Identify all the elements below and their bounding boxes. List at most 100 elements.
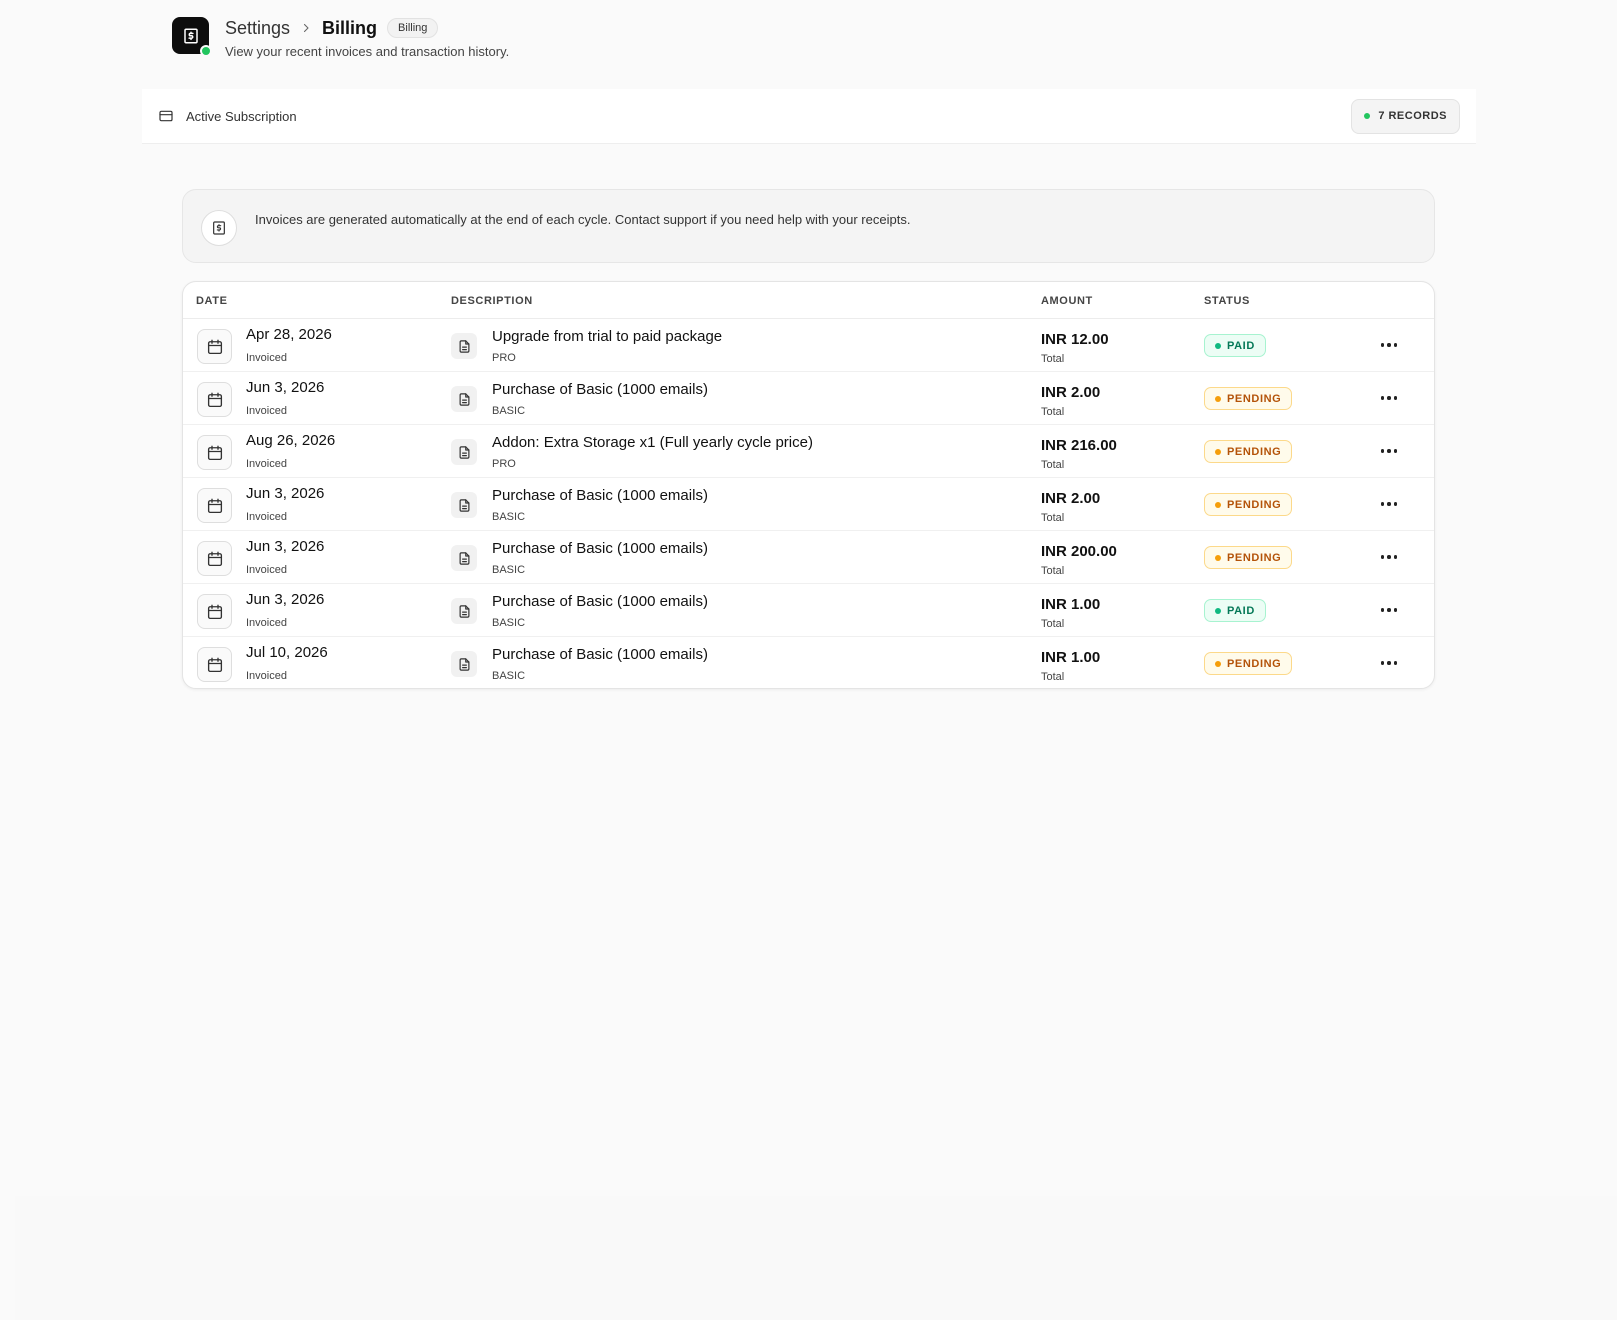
invoice-date-status: Invoiced (246, 564, 287, 576)
invoice-amount-label: Total (1041, 353, 1065, 365)
status-badge: PENDING (1204, 387, 1293, 410)
status-badge: PENDING (1204, 440, 1293, 463)
page-subtitle: View your recent invoices and transactio… (225, 44, 510, 59)
status-badge: PENDING (1204, 652, 1293, 675)
chevron-right-icon (300, 22, 312, 34)
status-dot (1215, 395, 1221, 402)
document-icon (451, 333, 477, 359)
status-dot (1215, 554, 1221, 561)
status-badge: PENDING (1204, 493, 1293, 516)
invoice-description: Purchase of Basic (1000 emails) (492, 540, 708, 557)
page-footer-area (15, 1196, 1617, 1320)
invoice-date-status: Invoiced (246, 617, 287, 629)
calendar-icon (197, 647, 232, 682)
more-actions-icon[interactable] (1377, 494, 1401, 514)
status-label: PAID (1227, 604, 1255, 617)
invoice-date: Aug 26, 2026 (246, 432, 336, 449)
invoice-amount-label: Total (1041, 671, 1065, 683)
more-actions-icon[interactable] (1377, 441, 1401, 461)
table-row[interactable]: Jun 3, 2026 Invoiced Purchase of Basic (… (183, 531, 1434, 584)
info-banner: Invoices are generated automatically at … (182, 189, 1435, 263)
status-label: PENDING (1227, 392, 1282, 405)
invoice-description: Addon: Extra Storage x1 (Full yearly cyc… (492, 434, 813, 451)
invoice-amount: INR 1.00 (1041, 649, 1101, 666)
records-status-dot (1364, 113, 1371, 119)
invoice-amount: INR 2.00 (1041, 384, 1101, 401)
invoice-amount-label: Total (1041, 459, 1065, 471)
invoice-plan: BASIC (492, 511, 526, 523)
invoice-date: Apr 28, 2026 (246, 326, 332, 343)
calendar-icon (197, 382, 232, 417)
column-header-status: STATUS (1204, 295, 1250, 307)
records-count-label: 7 RECORDS (1378, 110, 1447, 122)
invoice-amount-label: Total (1041, 565, 1065, 577)
dollar-receipt-icon (201, 210, 237, 246)
invoice-amount: INR 216.00 (1041, 437, 1117, 454)
table-row[interactable]: Jun 3, 2026 Invoiced Purchase of Basic (… (183, 478, 1434, 531)
invoice-plan: BASIC (492, 405, 526, 417)
status-label: PENDING (1227, 551, 1282, 564)
table-row[interactable]: Apr 28, 2026 Invoiced Upgrade from trial… (183, 319, 1434, 372)
calendar-icon (197, 488, 232, 523)
invoice-date: Jun 3, 2026 (246, 379, 325, 396)
invoice-description: Upgrade from trial to paid package (492, 328, 723, 345)
invoice-amount-label: Total (1041, 618, 1065, 630)
status-label: PENDING (1227, 445, 1282, 458)
column-header-description: DESCRIPTION (451, 295, 533, 307)
table-body: Apr 28, 2026 Invoiced Upgrade from trial… (183, 319, 1434, 688)
invoice-amount: INR 1.00 (1041, 596, 1101, 613)
invoice-amount: INR 12.00 (1041, 331, 1109, 348)
invoice-description: Purchase of Basic (1000 emails) (492, 646, 708, 663)
table-row[interactable]: Jul 10, 2026 Invoiced Purchase of Basic … (183, 637, 1434, 688)
records-count-button[interactable]: 7 RECORDS (1351, 98, 1460, 134)
invoices-table: DATE DESCRIPTION AMOUNT STATUS Apr 28, 2… (182, 281, 1435, 689)
invoice-amount-label: Total (1041, 512, 1065, 524)
invoice-date-status: Invoiced (246, 670, 287, 682)
table-header: DATE DESCRIPTION AMOUNT STATUS (183, 282, 1434, 319)
invoice-amount: INR 200.00 (1041, 543, 1117, 560)
status-dot (1215, 342, 1221, 349)
status-label: PAID (1227, 339, 1255, 352)
more-actions-icon[interactable] (1377, 388, 1401, 408)
table-row[interactable]: Aug 26, 2026 Invoiced Addon: Extra Stora… (183, 425, 1434, 478)
subscription-label: Active Subscription (186, 108, 297, 124)
more-actions-icon[interactable] (1377, 335, 1401, 355)
invoice-amount-label: Total (1041, 406, 1065, 418)
table-row[interactable]: Jun 3, 2026 Invoiced Purchase of Basic (… (183, 584, 1434, 637)
section-badge: Billing (387, 18, 439, 38)
column-header-amount: AMOUNT (1041, 295, 1093, 307)
info-banner-text: Invoices are generated automatically at … (255, 212, 911, 227)
invoice-date: Jun 3, 2026 (246, 538, 325, 555)
invoice-date: Jul 10, 2026 (246, 644, 328, 661)
document-icon (451, 439, 477, 465)
table-row[interactable]: Jun 3, 2026 Invoiced Purchase of Basic (… (183, 372, 1434, 425)
invoice-date-status: Invoiced (246, 511, 287, 523)
document-icon (451, 598, 477, 624)
invoice-date-status: Invoiced (246, 352, 287, 364)
document-icon (451, 492, 477, 518)
invoice-description: Purchase of Basic (1000 emails) (492, 593, 708, 610)
more-actions-icon[interactable] (1377, 653, 1401, 673)
status-dot (1215, 501, 1221, 508)
invoice-amount: INR 2.00 (1041, 490, 1101, 507)
calendar-icon (197, 594, 232, 629)
breadcrumb-settings-link[interactable]: Settings (225, 18, 290, 39)
invoice-plan: BASIC (492, 564, 526, 576)
subscription-bar: Active Subscription 7 RECORDS (142, 89, 1476, 144)
invoice-date-status: Invoiced (246, 458, 287, 470)
status-dot (1215, 448, 1221, 455)
document-icon (451, 651, 477, 677)
more-actions-icon[interactable] (1377, 547, 1401, 567)
calendar-icon (197, 329, 232, 364)
invoice-plan: PRO (492, 458, 516, 470)
invoice-date-status: Invoiced (246, 405, 287, 417)
more-actions-icon[interactable] (1377, 600, 1401, 620)
column-header-date: DATE (196, 295, 228, 307)
status-badge: PENDING (1204, 546, 1293, 569)
dollar-receipt-icon (172, 17, 212, 57)
status-badge: PAID (1204, 334, 1266, 357)
invoice-plan: BASIC (492, 617, 526, 629)
breadcrumb: Settings Billing Billing (225, 18, 509, 38)
document-icon (451, 386, 477, 412)
credit-card-icon (158, 108, 174, 124)
